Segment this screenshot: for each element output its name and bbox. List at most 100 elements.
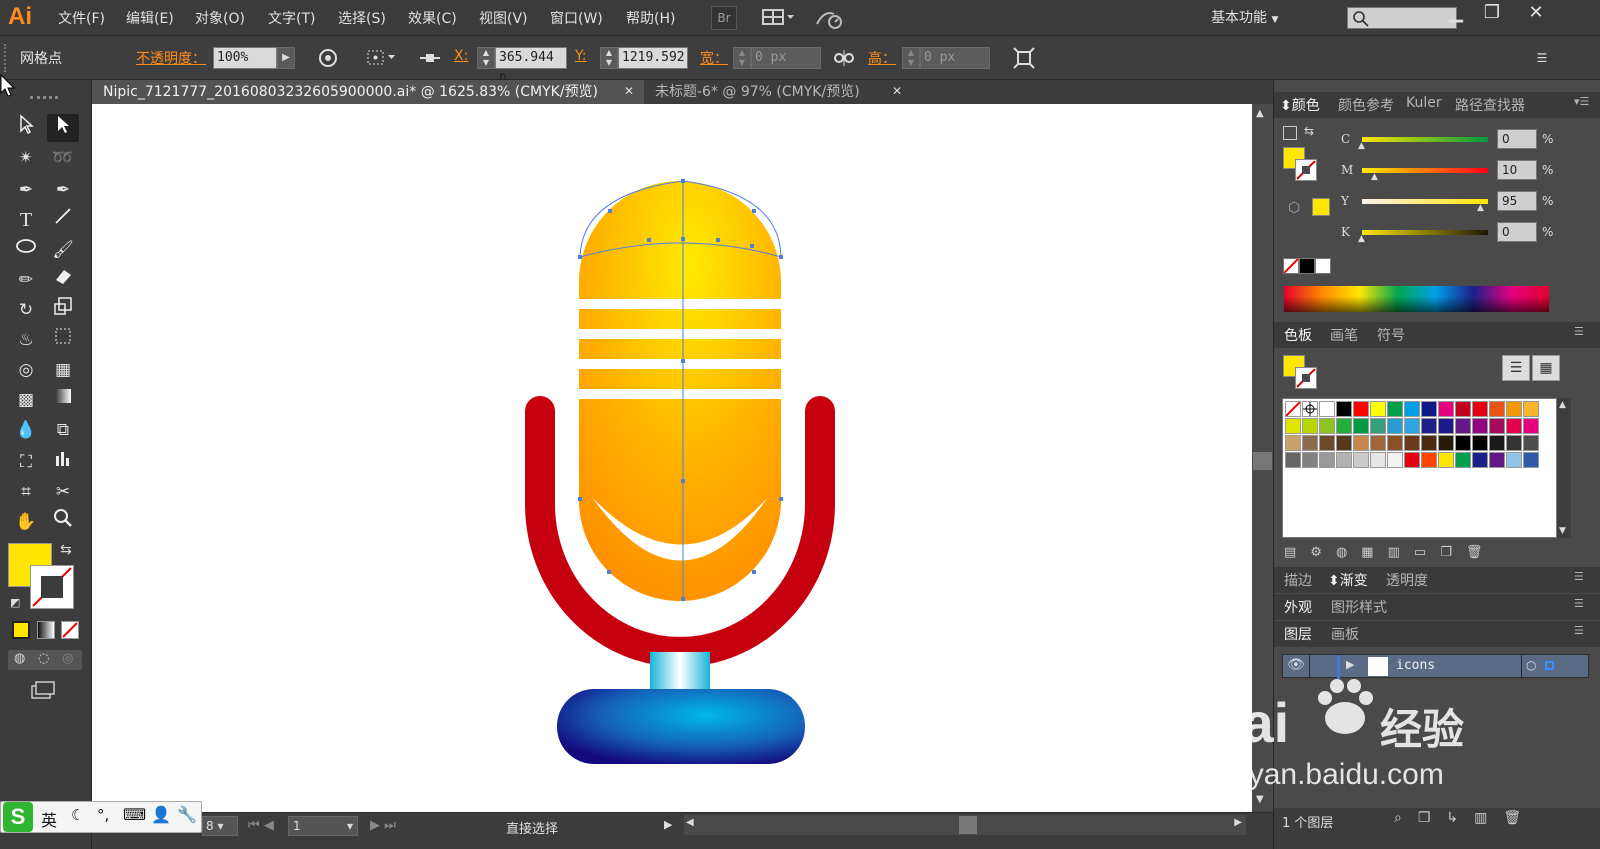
out-of-gamut-icon[interactable]: ⬡: [1288, 200, 1300, 216]
k-slider[interactable]: [1362, 230, 1488, 235]
k-slider-handle[interactable]: ▲: [1358, 234, 1365, 244]
close-window-button[interactable]: ✕: [1518, 2, 1554, 26]
recolor-artwork-icon[interactable]: [316, 46, 340, 70]
stroke-panel-menu-icon[interactable]: ☰: [1574, 570, 1584, 583]
swatch-color[interactable]: [1370, 452, 1386, 468]
swatch-color[interactable]: [1472, 418, 1488, 434]
visibility-eye-icon[interactable]: 👁: [1287, 657, 1305, 673]
swatch-color[interactable]: [1353, 452, 1369, 468]
moon-icon[interactable]: ☾: [71, 806, 84, 824]
user-icon[interactable]: 👤: [151, 805, 171, 824]
target-icon[interactable]: ○: [1526, 658, 1536, 672]
swatch-color[interactable]: [1387, 418, 1403, 434]
scroll-thumb[interactable]: [1253, 452, 1272, 470]
curvature-tool-icon[interactable]: ✒: [47, 176, 79, 204]
tab-gradient[interactable]: ⬍渐变: [1328, 570, 1368, 590]
swatch-color[interactable]: [1319, 418, 1335, 434]
menu-window[interactable]: 窗口(W): [550, 8, 603, 28]
c-slider[interactable]: [1362, 137, 1488, 142]
y-stepper[interactable]: ▲ ▼: [600, 47, 618, 69]
new-layer-icon[interactable]: ▥: [1474, 810, 1503, 826]
pen-tool-icon[interactable]: ✒: [10, 176, 42, 204]
mesh-tool-icon[interactable]: ▩: [10, 386, 42, 414]
swatch-color[interactable]: [1455, 452, 1471, 468]
swap-colors-icon[interactable]: ⇆: [1304, 124, 1314, 138]
align-icon[interactable]: [418, 46, 442, 70]
tab-stroke[interactable]: 描边: [1284, 570, 1312, 590]
opacity-input[interactable]: 100%: [213, 47, 277, 69]
tab-color[interactable]: ⬍颜色: [1280, 95, 1320, 115]
panel-stroke-swatch[interactable]: [1295, 159, 1317, 181]
wrench-icon[interactable]: 🔧: [177, 805, 197, 824]
swatch-color[interactable]: [1404, 401, 1420, 417]
swatch-color[interactable]: [1506, 435, 1522, 451]
tab-layers[interactable]: 图层: [1284, 624, 1312, 644]
swatch-color[interactable]: [1506, 401, 1522, 417]
isolate-object-icon[interactable]: [1012, 46, 1036, 70]
appearance-panel-menu-icon[interactable]: ☰: [1574, 597, 1584, 610]
scroll-down-icon[interactable]: ▼: [1256, 794, 1264, 805]
color-panel-menu-icon[interactable]: ▾☰: [1574, 95, 1589, 108]
new-sublayer-icon[interactable]: ↳: [1446, 810, 1474, 826]
swatch-color[interactable]: [1438, 401, 1454, 417]
tab-symbols[interactable]: 符号: [1377, 325, 1405, 345]
swatch-color[interactable]: [1302, 452, 1318, 468]
swatch-color[interactable]: [1302, 418, 1318, 434]
scale-tool-icon[interactable]: [47, 296, 79, 324]
zoom-tool-icon[interactable]: [47, 508, 79, 536]
none-mode-button[interactable]: [61, 621, 79, 639]
draw-behind-icon[interactable]: ◌: [38, 651, 49, 666]
control-bar-grip[interactable]: [4, 44, 8, 72]
draw-normal-icon[interactable]: ◍: [14, 651, 25, 666]
swatch-color[interactable]: [1489, 435, 1505, 451]
tab-graphic-styles[interactable]: 图形样式: [1331, 597, 1387, 617]
pencil-tool-icon[interactable]: ✏: [10, 266, 42, 294]
default-fill-stroke-icon[interactable]: ◩: [10, 596, 20, 609]
y-slider-handle[interactable]: ▲: [1477, 203, 1484, 213]
y-input[interactable]: 1219.592: [618, 47, 688, 69]
warp-tool-icon[interactable]: ♨: [10, 326, 42, 354]
default-colors-icon[interactable]: [1283, 126, 1297, 140]
swatch-color[interactable]: [1523, 452, 1539, 468]
swatch-color[interactable]: [1438, 418, 1454, 434]
menu-type[interactable]: 文字(T): [268, 8, 315, 28]
swatch-color[interactable]: [1472, 435, 1488, 451]
symbol-sprayer-tool-icon[interactable]: ⛶: [10, 448, 42, 476]
scroll-right-icon[interactable]: ▶: [1234, 817, 1242, 828]
last-artboard-icon[interactable]: ▶ ⏭: [370, 818, 396, 833]
swatch-color[interactable]: [1421, 452, 1437, 468]
x-stepper[interactable]: ▲ ▼: [477, 47, 495, 69]
ellipse-tool-icon[interactable]: [10, 236, 42, 264]
swatch-color[interactable]: [1472, 401, 1488, 417]
tab-swatches[interactable]: 色板: [1284, 325, 1312, 345]
tab-brushes[interactable]: 画笔: [1330, 325, 1358, 345]
swatches-panel-menu-icon[interactable]: ☰: [1574, 325, 1584, 338]
height-stepper[interactable]: ▲ ▼: [902, 47, 920, 69]
swatch-color[interactable]: [1387, 452, 1403, 468]
swatch-color[interactable]: [1370, 418, 1386, 434]
swatch-scroll-down-icon[interactable]: ▼: [1559, 526, 1566, 536]
bridge-button[interactable]: Br: [711, 6, 737, 30]
tab-untitled-6[interactable]: 未标题-6* @ 97% (CMYK/预览): [644, 80, 912, 104]
folder-icon[interactable]: ▭: [1414, 545, 1440, 560]
swatch-color[interactable]: [1438, 452, 1454, 468]
tab-artboards[interactable]: 画板: [1331, 624, 1359, 644]
new-color-group-icon[interactable]: ▦: [1361, 545, 1387, 560]
punctuation-icon[interactable]: °,: [97, 806, 109, 824]
scroll-up-icon[interactable]: ▲: [1256, 108, 1264, 119]
color-mode-button[interactable]: [12, 621, 30, 639]
h-scroll-thumb[interactable]: [959, 816, 977, 834]
swatch-none[interactable]: [1285, 401, 1301, 417]
paintbrush-tool-icon[interactable]: 🖌: [47, 236, 79, 264]
grid-view-icon[interactable]: ▦: [1532, 355, 1560, 381]
menu-file[interactable]: 文件(F): [58, 8, 105, 28]
swatch-color[interactable]: [1370, 401, 1386, 417]
sogou-logo-icon[interactable]: S: [3, 802, 33, 832]
x-input[interactable]: 365.944 p: [495, 47, 567, 85]
height-input[interactable]: 0 px: [920, 47, 990, 69]
draw-inside-icon[interactable]: ◎: [62, 651, 73, 666]
width-stepper[interactable]: ▲ ▼: [733, 47, 751, 69]
swatch-color[interactable]: [1421, 435, 1437, 451]
microphone-artwork[interactable]: [92, 104, 1252, 812]
tab-nipic-document[interactable]: Nipic_7121777_20160803232605900000.ai* @…: [92, 80, 644, 104]
